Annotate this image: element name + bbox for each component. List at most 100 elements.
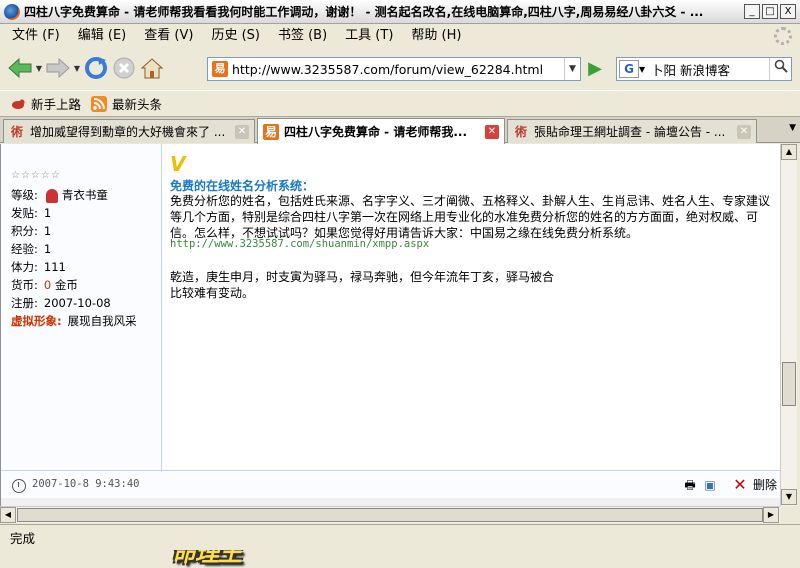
user-registered-row: 注册: 2007-10-08 <box>11 294 161 312</box>
user-field-label: 经验: <box>11 242 38 256</box>
rss-icon <box>91 95 108 112</box>
user-registered-value: 2007-10-08 <box>43 296 111 310</box>
user-currency-amount: 0 <box>43 278 52 292</box>
tab-forum-medal[interactable]: 術 增加威望得到勳章的大好機會來了 ... ✕ <box>3 119 255 143</box>
user-posts-row: 发贴: 1 <box>11 204 161 222</box>
tab-favicon-icon: 易 <box>263 123 279 140</box>
vertical-scroll-thumb[interactable] <box>782 362 796 406</box>
delete-icon[interactable]: ✕ <box>733 476 747 492</box>
post-reply-line: 乾造，庚生申月，时支寅为驿马，禄马奔驰，但今年流年丁亥，驿马被合 <box>170 270 555 284</box>
menu-view[interactable]: 查看 (V) <box>135 24 202 48</box>
maximize-button[interactable]: □ <box>762 4 778 19</box>
inner-scroll-strip <box>1 498 781 506</box>
forward-button[interactable] <box>44 54 72 82</box>
stop-button[interactable] <box>110 54 138 82</box>
search-bar[interactable]: G ▼ 卜阳 新浪博客 <box>616 57 792 81</box>
tab-close-icon[interactable]: ✕ <box>485 124 499 139</box>
delete-link[interactable]: 删除 <box>753 476 777 493</box>
search-engine-dropdown-icon[interactable]: ▼ <box>639 65 648 74</box>
address-bar[interactable]: 易 http://www.3235587.com/forum/view_6228… <box>207 57 581 81</box>
user-stamina-value: 111 <box>43 260 66 274</box>
search-icon <box>774 59 788 73</box>
stop-icon <box>113 57 135 79</box>
user-info-panel: ☆☆☆☆☆ 等级: 青衣书童 发贴: 1 积分: 1 经验: 1 体力: 111 货币: 0… <box>1 144 162 498</box>
pc-icon[interactable]: ▣ <box>703 478 717 492</box>
tab-list-dropdown-icon[interactable]: ▼ <box>789 123 796 133</box>
user-avatar-row: 虚拟形象: 展现自我风采 <box>11 312 161 330</box>
user-currency-row: 货币: 0 金币 <box>11 276 161 294</box>
post-footer: 2007-10-8 9:43:40 🖶 ▣ ✕ 删除 <box>1 472 781 498</box>
home-icon <box>140 58 164 79</box>
user-stamina-row: 体力: 111 <box>11 258 161 276</box>
url-input[interactable]: http://www.3235587.com/forum/view_62284.… <box>232 62 564 77</box>
post-link[interactable]: http://www.3235587.com/shuanmin/xmpp.asp… <box>170 238 429 250</box>
tab-bazi-fortune[interactable]: 易 四柱八字免费算命 - 请老师帮我... ✕ <box>257 118 505 144</box>
back-dropdown-icon[interactable]: ▼ <box>34 64 44 73</box>
user-field-label: 等级: <box>11 188 38 202</box>
go-icon: ▶ <box>588 58 602 79</box>
scroll-right-icon[interactable]: ▶ <box>763 507 779 523</box>
firefox-icon <box>4 3 20 20</box>
forward-icon <box>46 57 70 79</box>
page-content: ☆☆☆☆☆ 等级: 青衣书童 发贴: 1 积分: 1 经验: 1 体力: 111 货币: 0… <box>0 144 781 567</box>
menu-history[interactable]: 历史 (S) <box>202 24 269 48</box>
menu-edit[interactable]: 编辑 (E) <box>69 24 136 48</box>
post-title: 免费的在线姓名分析系统： <box>170 179 315 193</box>
user-avatar-link[interactable]: 展现自我风采 <box>68 314 137 328</box>
menu-bar: 文件 (F) 编辑 (E) 查看 (V) 历史 (S) 书签 (B) 工具 (T… <box>0 24 800 48</box>
search-input[interactable]: 卜阳 新浪博客 <box>648 60 769 79</box>
tab-close-icon[interactable]: ✕ <box>235 124 249 139</box>
user-posts-value: 1 <box>43 206 52 220</box>
scroll-up-icon[interactable]: ▲ <box>781 144 797 160</box>
search-button[interactable] <box>769 58 791 80</box>
bookmark-headlines[interactable]: 最新头条 <box>91 94 162 113</box>
reload-button[interactable] <box>82 54 110 82</box>
back-button[interactable] <box>6 54 34 82</box>
menu-tools[interactable]: 工具 (T) <box>336 24 402 48</box>
tab-bar: 術 增加威望得到勳章的大好機會來了 ... ✕ 易 四柱八字免费算命 - 请老师… <box>0 116 800 144</box>
post-reply-text: 乾造，庚生申月，时支寅为驿马，禄马奔驰，但今年流年丁亥，驿马被合 比较难有变动。 <box>170 269 554 301</box>
rank-stars: ☆☆☆☆☆ <box>11 170 61 181</box>
forward-dropdown-icon[interactable]: ▼ <box>72 64 82 73</box>
minimize-button[interactable]: _ <box>744 4 760 19</box>
vertical-scrollbar[interactable]: ▲ ▼ <box>780 144 797 506</box>
scroll-left-icon[interactable]: ◀ <box>0 507 16 523</box>
bookmark-label: 新手上路 <box>31 97 82 112</box>
url-dropdown-icon[interactable]: ▼ <box>564 58 580 80</box>
status-bar: 完成 <box>0 524 800 550</box>
tab-close-icon[interactable]: ✕ <box>737 124 751 139</box>
search-engine-icon[interactable]: G <box>619 60 639 78</box>
bookmark-label: 最新头条 <box>112 97 163 112</box>
user-field-label: 体力: <box>11 260 38 274</box>
bookmark-newbie[interactable]: 新手上路 <box>10 94 81 113</box>
bird-icon <box>12 99 26 109</box>
site-favicon-icon: 易 <box>212 61 228 77</box>
user-field-label: 发贴: <box>11 206 38 220</box>
bookmarks-toolbar: 新手上路 最新头条 <box>0 90 800 116</box>
user-field-label: 货币: <box>11 278 38 292</box>
tab-mingliwang-survey[interactable]: 術 張貼命理王網址調查 - 論壇公告 - ... ✕ <box>507 119 757 143</box>
close-button[interactable]: X <box>780 4 796 19</box>
menu-file[interactable]: 文件 (F) <box>3 24 69 48</box>
menu-help[interactable]: 帮助 (H) <box>402 24 470 48</box>
user-currency-unit: 金币 <box>54 278 78 292</box>
user-level-row: 等级: 青衣书童 <box>11 186 161 204</box>
menu-bookmarks[interactable]: 书签 (B) <box>269 24 336 48</box>
post-reply-line: 比较难有变动。 <box>170 286 255 300</box>
user-field-label: 积分: <box>11 224 38 238</box>
horizontal-scroll-thumb[interactable] <box>17 508 763 522</box>
post-time: 2007-10-8 9:43:40 <box>32 478 140 490</box>
post-text: 免费分析您的姓名，包括姓氏来源、名字字义、三才阐微、五格释义、卦解人生、生肖忌讳… <box>170 194 771 240</box>
print-icon[interactable]: 🖶 <box>683 478 697 492</box>
horizontal-scrollbar[interactable]: ◀ ▶ <box>0 506 780 523</box>
throbber-icon <box>774 27 792 45</box>
clock-icon <box>12 479 26 493</box>
user-points-value: 1 <box>43 224 52 238</box>
back-icon <box>8 57 32 79</box>
user-level-value: 青衣书童 <box>61 188 108 202</box>
home-button[interactable] <box>138 54 166 82</box>
tab-label: 張貼命理王網址調查 - 論壇公告 - ... <box>534 125 726 139</box>
scroll-down-icon[interactable]: ▼ <box>781 489 797 505</box>
user-experience-value: 1 <box>43 242 52 256</box>
go-button[interactable]: ▶ <box>585 59 605 79</box>
